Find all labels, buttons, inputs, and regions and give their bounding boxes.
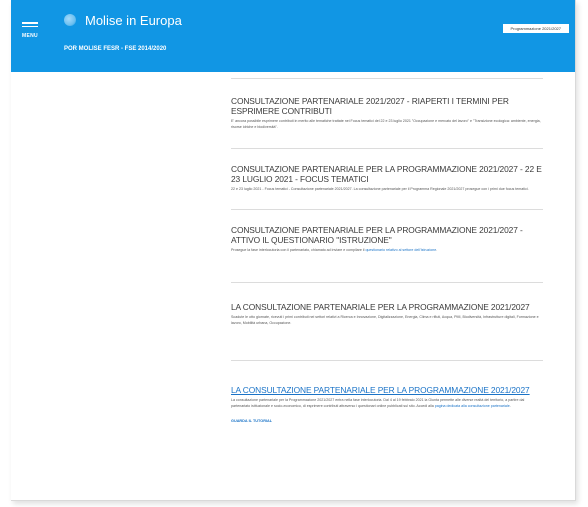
tutorial-link[interactable]: GUARDA IL TUTORIAL	[231, 419, 272, 423]
site-subtitle: POR MOLISE FESR - FSE 2014/2020	[64, 46, 167, 52]
site-title[interactable]: Molise in Europa	[85, 13, 182, 28]
news-excerpt: E' ancora possibile esprimere contributi…	[231, 119, 541, 129]
news-excerpt: 22 e 23 luglio 2021 - Focus tematici - C…	[231, 187, 529, 191]
news-item: Consultazione partenariale 2021/2027 - R…	[231, 78, 543, 130]
news-excerpt: La consultazione partenariale per la Pro…	[231, 398, 543, 409]
news-list: Consultazione partenariale 2021/2027 - R…	[231, 78, 543, 427]
news-item: Consultazione partenariale per la progra…	[231, 208, 543, 254]
news-item: La consultazione partenariale per la pro…	[231, 282, 543, 326]
hamburger-icon	[22, 22, 38, 28]
browser-frame: MENU Molise in Europa POR MOLISE FESR - …	[11, 0, 576, 501]
news-excerpt: Prosegue la fase interlocutoria con il p…	[231, 248, 543, 254]
news-title[interactable]: Consultazione partenariale per la progra…	[231, 164, 543, 184]
excerpt-text: Prosegue la fase interlocutoria con il p…	[231, 247, 366, 252]
excerpt-text: .	[436, 247, 438, 252]
questionnaire-link[interactable]: questionario relativo al settore dell'Is…	[365, 248, 436, 252]
news-title[interactable]: Consultazione partenariale 2021/2027 - R…	[231, 96, 543, 116]
news-item: Consultazione partenariale per la progra…	[231, 148, 543, 193]
news-title[interactable]: Consultazione partenariale per la progra…	[231, 225, 543, 245]
news-item: La consultazione partenariale per la pro…	[231, 360, 543, 427]
logo-icon[interactable]	[64, 14, 76, 26]
excerpt-text: .	[509, 403, 511, 408]
menu-toggle[interactable]: MENU	[22, 22, 44, 39]
header-top-link[interactable]: Programmazione 2021/2027	[502, 24, 569, 33]
news-excerpt: Scadute le otto giornate, ricevuti i pri…	[231, 315, 539, 325]
site-header: MENU Molise in Europa POR MOLISE FESR - …	[11, 0, 575, 72]
news-title[interactable]: La consultazione partenariale per la pro…	[231, 302, 543, 312]
menu-label: MENU	[22, 33, 38, 39]
consultation-page-link[interactable]: pagina dedicata alla consultazione parte…	[435, 404, 510, 408]
news-title-link[interactable]: La consultazione partenariale per la pro…	[231, 385, 543, 395]
